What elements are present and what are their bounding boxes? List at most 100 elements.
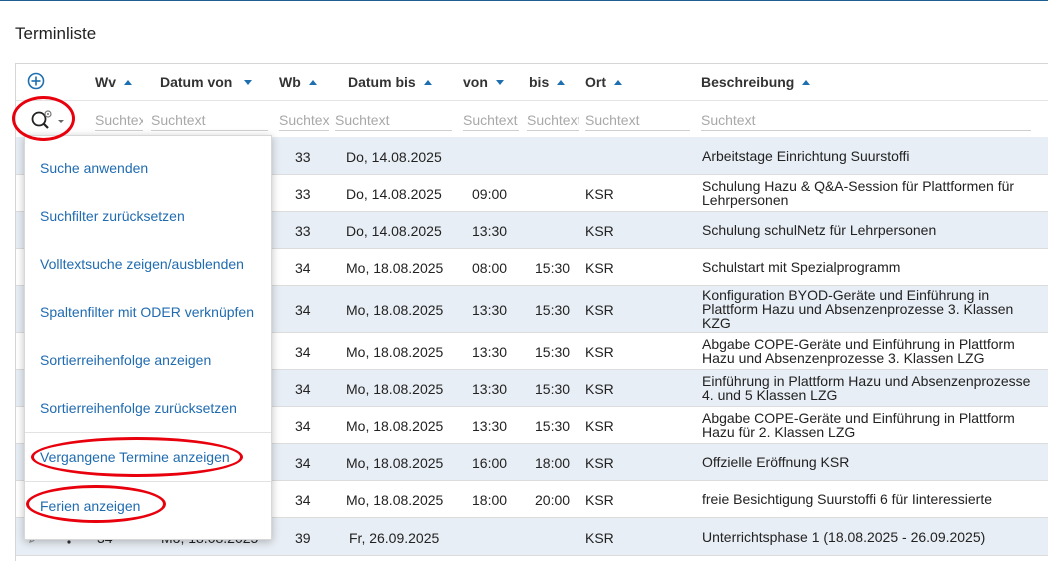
cell-bis: 15:30 xyxy=(535,302,571,318)
cell-von: 13:30 xyxy=(472,344,508,360)
cell-wb: 39 xyxy=(295,530,311,546)
column-header-wb[interactable]: Wb xyxy=(279,74,317,90)
cell-von: 13:30 xyxy=(472,381,508,397)
caret-down-icon xyxy=(58,120,64,123)
cell-wb: 34 xyxy=(295,381,311,397)
cell-beschreibung: Konfiguration BYOD-Geräte und Einführung… xyxy=(702,287,1014,331)
column-header-wv[interactable]: Wv xyxy=(95,74,132,90)
menu-item-reset-sort-order[interactable]: Sortierreihenfolge zurücksetzen xyxy=(40,400,237,416)
cell-wb: 34 xyxy=(295,302,311,318)
cell-wb: 34 xyxy=(295,492,311,508)
menu-item-or-filters[interactable]: Spaltenfilter mit ODER verknüpfen xyxy=(40,304,254,320)
cell-datum-bis: Mo, 18.08.2025 xyxy=(346,344,444,360)
filter-ort-input[interactable] xyxy=(585,110,690,131)
menu-item-show-sort-order[interactable]: Sortierreihenfolge anzeigen xyxy=(40,352,211,368)
cell-ort: KSR xyxy=(585,260,614,276)
cell-wb: 33 xyxy=(295,186,311,202)
menu-divider xyxy=(25,432,271,433)
sort-ascending-icon xyxy=(124,80,132,85)
sort-descending-icon xyxy=(244,80,253,85)
cell-bis: 18:00 xyxy=(535,455,571,471)
cell-wb: 33 xyxy=(295,223,311,239)
sort-ascending-icon xyxy=(423,80,432,85)
cell-bis: 15:30 xyxy=(535,381,571,397)
search-settings-icon[interactable] xyxy=(28,109,68,131)
cell-von: 13:30 xyxy=(472,418,508,434)
menu-item-show-past-appointments[interactable]: Vergangene Termine anzeigen xyxy=(40,449,230,465)
cell-von: 08:00 xyxy=(472,260,508,276)
cell-wb: 34 xyxy=(295,418,311,434)
cell-von: 13:30 xyxy=(472,223,508,239)
cell-datum-bis: Mo, 18.08.2025 xyxy=(346,260,444,276)
filter-bis-input[interactable] xyxy=(527,110,579,131)
cell-bis: 15:30 xyxy=(535,344,571,360)
cell-beschreibung: Unterrichtsphase 1 (18.08.2025 - 26.09.2… xyxy=(702,529,986,545)
sort-ascending-icon xyxy=(802,80,811,85)
cell-von: 18:00 xyxy=(472,492,508,508)
menu-divider xyxy=(25,481,271,482)
cell-beschreibung: Offzielle Eröffnung KSR xyxy=(702,454,850,470)
filter-von-input[interactable] xyxy=(463,110,519,131)
cell-ort: KSR xyxy=(585,455,614,471)
add-circle-icon[interactable] xyxy=(27,72,45,90)
cell-von: 09:00 xyxy=(472,186,508,202)
cell-ort: KSR xyxy=(585,418,614,434)
column-header-datum-bis[interactable]: Datum bis xyxy=(348,74,432,90)
cell-wb: 33 xyxy=(295,149,311,165)
cell-beschreibung: Schulung schulNetz für Lehrpersonen xyxy=(702,222,937,238)
cell-bis: 20:00 xyxy=(535,492,571,508)
cell-bis: 15:30 xyxy=(535,260,571,276)
sort-ascending-icon xyxy=(614,80,622,85)
top-rule xyxy=(0,0,1048,1)
sort-ascending-icon xyxy=(308,80,317,85)
cell-ort: KSR xyxy=(585,302,614,318)
cell-beschreibung: Schulstart mit Spezialprogramm xyxy=(702,259,901,275)
cell-beschreibung: Einführung in Plattform Hazu und Absenze… xyxy=(702,373,1031,403)
cell-wb: 34 xyxy=(295,344,311,360)
cell-von: 16:00 xyxy=(472,455,508,471)
cell-ort: KSR xyxy=(585,492,614,508)
cell-datum-bis: Do, 14.08.2025 xyxy=(346,186,442,202)
column-header-beschreibung[interactable]: Beschreibung xyxy=(701,74,811,90)
cell-beschreibung: Abgabe COPE-Geräte und Einführung in Pla… xyxy=(702,336,1015,366)
cell-beschreibung: Abgabe COPE-Geräte und Einführung in Pla… xyxy=(702,410,1015,440)
column-header-von[interactable]: von xyxy=(463,74,504,90)
filter-beschreibung-input[interactable] xyxy=(701,110,1031,131)
page-title: Terminliste xyxy=(15,24,97,43)
cell-ort: KSR xyxy=(585,381,614,397)
cell-datum-bis: Mo, 18.08.2025 xyxy=(346,492,444,508)
cell-ort: KSR xyxy=(585,186,614,202)
cell-datum-bis: Mo, 18.08.2025 xyxy=(346,455,444,471)
menu-item-toggle-fulltext[interactable]: Volltextsuche zeigen/ausblenden xyxy=(40,256,244,272)
cell-ort: KSR xyxy=(585,530,614,546)
cell-ort: KSR xyxy=(585,344,614,360)
cell-datum-bis: Mo, 18.08.2025 xyxy=(346,381,444,397)
sort-ascending-icon xyxy=(557,80,566,85)
column-header-bis[interactable]: bis xyxy=(529,74,566,90)
cell-datum-bis: Do, 14.08.2025 xyxy=(346,223,442,239)
column-header-ort[interactable]: Ort xyxy=(585,74,622,90)
cell-beschreibung: Arbeitstage Einrichtung Suurstoffi xyxy=(702,148,910,164)
cell-datum-bis: Mo, 18.08.2025 xyxy=(346,302,444,318)
column-header-datum-von[interactable]: Datum von xyxy=(160,74,253,90)
filter-datum-von-input[interactable] xyxy=(151,110,268,131)
cell-datum-bis: Do, 14.08.2025 xyxy=(346,149,442,165)
cell-bis: 15:30 xyxy=(535,418,571,434)
filter-datum-bis-input[interactable] xyxy=(335,110,452,131)
filter-wb-input[interactable] xyxy=(279,110,329,131)
cell-datum-bis: Mo, 18.08.2025 xyxy=(346,418,444,434)
cell-beschreibung: Schulung Hazu & Q&A-Session für Plattfor… xyxy=(702,178,1015,208)
menu-item-show-holidays[interactable]: Ferien anzeigen xyxy=(40,498,140,514)
cell-wb: 34 xyxy=(295,455,311,471)
table-header: Wv Datum von Wb Datum bis von bis Ort Be… xyxy=(16,64,1048,100)
filter-wv-input[interactable] xyxy=(95,110,143,131)
cell-ort: KSR xyxy=(585,223,614,239)
cell-wb: 34 xyxy=(295,260,311,276)
sort-descending-icon xyxy=(495,80,504,85)
cell-von: 13:30 xyxy=(472,302,508,318)
search-options-menu: Suche anwenden Suchfilter zurücksetzen V… xyxy=(24,135,272,540)
cell-datum-bis: Fr, 26.09.2025 xyxy=(349,530,440,546)
cell-beschreibung: freie Besichtigung Suurstoffi 6 für Iint… xyxy=(702,491,993,507)
menu-item-reset-filter[interactable]: Suchfilter zurücksetzen xyxy=(40,208,185,224)
menu-item-apply-search[interactable]: Suche anwenden xyxy=(40,160,148,176)
